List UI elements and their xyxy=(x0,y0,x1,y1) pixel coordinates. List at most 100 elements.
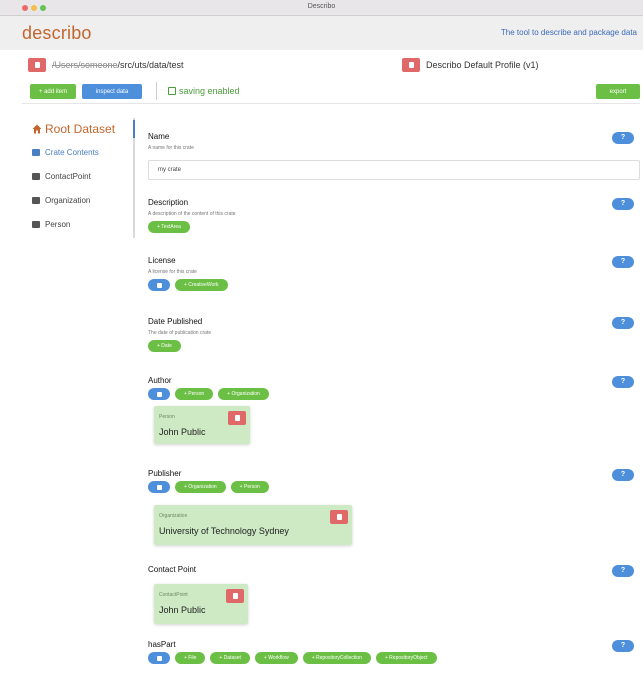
entity-name: University of Technology Sydney xyxy=(159,526,289,536)
help-button[interactable]: ? xyxy=(612,256,634,268)
property-editor: Name A name for this crate ? my crate De… xyxy=(148,118,640,683)
sidebar: Root Dataset Crate Contents ContactPoint… xyxy=(22,118,135,238)
add-workflow-button[interactable]: + Workflow xyxy=(254,652,298,664)
id-card-icon xyxy=(32,173,40,180)
window-titlebar: Describo xyxy=(0,0,643,16)
help-button[interactable]: ? xyxy=(612,565,634,577)
sidebar-item-label: Person xyxy=(45,220,71,229)
help-button[interactable]: ? xyxy=(612,376,634,388)
sidebar-item-contactpoint[interactable]: ContactPoint xyxy=(32,172,91,181)
sidebar-item-label: Organization xyxy=(45,196,91,205)
add-organization-button[interactable]: + Organization xyxy=(218,388,269,400)
folder-path-visible: /src/uts/data/test xyxy=(117,60,184,70)
field-label: Contact Point xyxy=(148,565,197,574)
add-person-button[interactable]: + Person xyxy=(175,388,214,400)
field-label: hasPart xyxy=(148,640,176,649)
app-tagline: The tool to describe and package data xyxy=(500,28,637,37)
app-logo: describo xyxy=(22,23,92,43)
field-label: License xyxy=(148,256,176,265)
add-repositoryobject-button[interactable]: + RepositoryObject xyxy=(375,652,437,664)
trash-icon xyxy=(232,593,238,599)
entity-type: Organization xyxy=(159,513,188,519)
entity-type: Person xyxy=(159,414,175,420)
field-help: The date of publication crate xyxy=(148,330,212,336)
home-icon xyxy=(32,124,42,134)
author-entity-card[interactable]: Person John Public xyxy=(154,406,250,444)
field-author: Author ? + Person + Organization xyxy=(148,376,640,400)
field-date-published: Date Published The date of publication c… xyxy=(148,317,640,352)
add-creativework-button[interactable]: + CreativeWork xyxy=(175,279,228,291)
saving-status[interactable]: saving enabled xyxy=(168,86,240,96)
toolbar: + add item inspect data saving enabled e… xyxy=(22,82,640,104)
help-button[interactable]: ? xyxy=(612,640,634,652)
link-icon xyxy=(156,391,162,397)
help-button[interactable]: ? xyxy=(612,198,634,210)
remove-entity-button[interactable] xyxy=(330,510,348,524)
add-textarea-button[interactable]: + TextArea xyxy=(148,221,190,233)
sidebar-active-indicator xyxy=(133,120,135,138)
folder-path: /Users/someone/src/uts/data/test xyxy=(52,60,184,70)
user-icon xyxy=(32,221,40,228)
add-buttons: + Organization + Person xyxy=(148,481,640,493)
publisher-entity-card[interactable]: Organization University of Technology Sy… xyxy=(154,505,352,545)
field-has-part: hasPart ? + File + Dataset + Workflow + … xyxy=(148,640,640,664)
sidebar-item-label: Crate Contents xyxy=(45,148,99,157)
add-date-button[interactable]: + Date xyxy=(148,340,181,352)
field-label: Publisher xyxy=(148,469,182,478)
link-button[interactable] xyxy=(148,388,170,400)
field-contact-point: Contact Point ? xyxy=(148,565,640,577)
sidebar-item-organization[interactable]: Organization xyxy=(32,196,90,205)
path-bar: /Users/someone/src/uts/data/test Describ… xyxy=(22,56,640,76)
add-organization-button[interactable]: + Organization xyxy=(175,481,226,493)
saving-status-label: saving enabled xyxy=(179,86,240,96)
add-file-button[interactable]: + File xyxy=(175,652,206,664)
field-help: A name for this crate xyxy=(148,145,194,151)
add-dataset-button[interactable]: + Dataset xyxy=(210,652,250,664)
field-publisher: Publisher ? + Organization + Person xyxy=(148,469,640,493)
trash-icon xyxy=(408,62,414,68)
remove-entity-button[interactable] xyxy=(228,411,246,425)
trash-icon xyxy=(234,415,240,421)
field-license: License A license for this crate ? + Cre… xyxy=(148,256,640,291)
entity-name: John Public xyxy=(159,605,206,615)
close-folder-button[interactable] xyxy=(28,58,46,72)
app-header: describo The tool to describe and packag… xyxy=(0,16,643,50)
folder-path-hidden: /Users/someone xyxy=(52,60,118,70)
name-input[interactable]: my crate xyxy=(148,160,640,180)
help-button[interactable]: ? xyxy=(612,132,634,144)
save-icon xyxy=(168,87,176,95)
add-buttons: + CreativeWork xyxy=(148,279,640,291)
sidebar-item-person[interactable]: Person xyxy=(32,220,70,229)
link-icon xyxy=(156,484,162,490)
field-description: Description A description of the content… xyxy=(148,198,640,233)
help-button[interactable]: ? xyxy=(612,317,634,329)
field-name: Name A name for this crate ? xyxy=(148,132,640,151)
remove-profile-button[interactable] xyxy=(402,58,420,72)
inspect-data-button[interactable]: inspect data xyxy=(82,84,142,99)
link-button[interactable] xyxy=(148,652,170,664)
field-label: Author xyxy=(148,376,172,385)
sidebar-item-root-dataset[interactable]: Root Dataset xyxy=(32,122,115,136)
window-title: Describo xyxy=(307,3,336,10)
add-item-button[interactable]: + add item xyxy=(30,84,76,99)
trash-icon xyxy=(34,62,40,68)
contact-point-entity-card[interactable]: ContactPoint John Public xyxy=(154,584,248,624)
field-label: Description xyxy=(148,198,189,207)
export-button[interactable]: export xyxy=(596,84,640,99)
trash-icon xyxy=(336,514,342,520)
add-person-button[interactable]: + Person xyxy=(230,481,269,493)
profile-name: Describo Default Profile (v1) xyxy=(426,60,539,70)
link-button[interactable] xyxy=(148,481,170,493)
link-button[interactable] xyxy=(148,279,170,291)
field-label: Date Published xyxy=(148,317,203,326)
add-buttons: + Date xyxy=(148,340,640,352)
link-icon xyxy=(156,282,162,288)
folder-icon xyxy=(32,149,40,156)
entity-type: ContactPoint xyxy=(159,592,188,598)
remove-entity-button[interactable] xyxy=(226,589,244,603)
help-button[interactable]: ? xyxy=(612,469,634,481)
add-repositorycollection-button[interactable]: + RepositoryCollection xyxy=(302,652,371,664)
toolbar-divider xyxy=(156,82,157,100)
sidebar-item-crate-contents[interactable]: Crate Contents xyxy=(32,148,99,157)
field-help: A license for this crate xyxy=(148,269,197,275)
